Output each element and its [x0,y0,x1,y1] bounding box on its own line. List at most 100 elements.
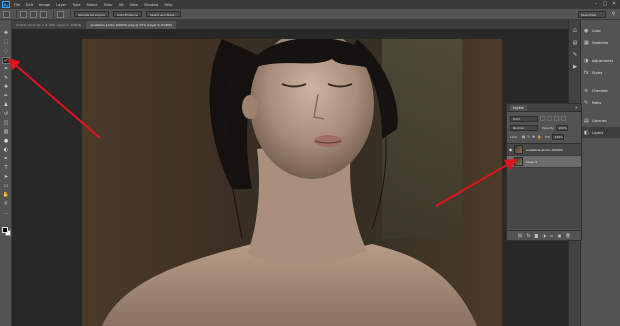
brush-tool-icon[interactable]: ✏ [2,93,10,100]
layer-name: Layer 0 [526,159,538,164]
dock-item-libraries[interactable]: ▤ Libraries [581,115,620,126]
close-icon[interactable]: ✕ [611,1,617,7]
dock-item-layers[interactable]: ◧ Layers [581,127,620,138]
dodge-tool-icon[interactable]: ◐ [2,147,10,154]
layer-style-icon[interactable]: fx [527,233,531,238]
type-tool-icon[interactable]: T [2,165,10,172]
new-layer-icon[interactable]: ▣ [558,233,562,238]
new-adjustment-icon[interactable]: ◑ [542,233,546,238]
adjustment-filter-icon[interactable] [547,116,552,121]
options-bar: Sample All Layers Auto-Enhance Select an… [0,9,620,20]
hand-tool-icon[interactable]: ✋ [2,192,10,199]
visibility-eye-icon[interactable]: ◉ [507,159,514,164]
new-group-icon[interactable]: ▭ [550,233,554,238]
visibility-eye-icon[interactable]: ◉ [507,147,514,152]
history-brush-tool-icon[interactable]: ↺ [2,111,10,118]
brush-size-icon[interactable] [57,10,64,18]
type-filter-icon[interactable] [554,116,559,121]
pixel-filter-icon[interactable] [540,116,545,121]
lock-transparent-icon[interactable]: ▦ [522,135,525,139]
eraser-tool-icon[interactable]: ◫ [2,120,10,127]
paths-icon: ✎ [584,99,589,106]
lock-all-icon[interactable]: 🔒 [537,135,541,139]
dock-item-label: Swatches [592,40,609,45]
select-and-mask-button[interactable]: Select and Mask... [145,11,182,17]
foreground-color-swatch[interactable] [2,227,8,233]
search-icon[interactable]: ⚲ [610,11,617,18]
edit-toolbar-tool-icon[interactable]: … [2,210,10,217]
path-selection-tool-icon[interactable]: ➤ [2,174,10,181]
fill-label: Fill: [545,134,551,139]
clone-stamp-tool-icon[interactable]: ♟ [2,102,10,109]
pen-tool-icon[interactable]: ✒ [2,156,10,163]
crop-tool-icon[interactable]: ⌗ [2,66,10,73]
lock-row: Lock: ▦ ✎ ✥ 🔒 Fill: 100% [510,133,565,140]
maximize-icon[interactable]: □ [602,1,608,7]
kind-filter-select[interactable]: Kind [510,115,538,122]
menu-select[interactable]: Select [87,3,98,7]
dock-item-color[interactable]: ◉ Color [581,25,620,36]
menu-layer[interactable]: Layer [56,3,66,7]
properties-icon[interactable]: ▤ [571,40,579,47]
dock-item-label: Libraries [592,118,607,123]
menu-help[interactable]: Help [164,3,172,7]
layers-panel-header: Layers ✕ [507,104,581,112]
add-to-selection-icon[interactable] [30,10,37,18]
menu-type[interactable]: Type [72,3,80,7]
document-tab-2[interactable]: anastasia-photo-100000.jpeg @ 25% (Layer… [86,21,176,29]
menu-edit[interactable]: Edit [26,3,33,7]
layer-row[interactable]: ◉ anastasia-photo-100000 [507,144,581,156]
blend-mode-select[interactable]: Normal [510,124,538,131]
zoom-tool-icon[interactable]: ⚲ [2,201,10,208]
healing-brush-tool-icon[interactable]: ✚ [2,84,10,91]
canvas-area[interactable] [12,29,568,326]
document-tab-1[interactable]: shutter stock pic 3 @ 25% (Layer 0, RGB/… [12,21,86,29]
dock-item-adjustments[interactable]: ◑ Adjustments [581,55,620,66]
dock-item-channels[interactable]: ≋ Channels [581,85,620,96]
dock-item-label: Layers [592,130,604,135]
new-selection-icon[interactable] [20,10,27,18]
dock-item-swatches[interactable]: ▦ Swatches [581,37,620,48]
dock-item-paths[interactable]: ✎ Paths [581,97,620,108]
menu-window[interactable]: Window [144,3,158,7]
link-layers-icon[interactable]: ⛓ [518,233,523,238]
close-icon[interactable]: ✕ [575,105,578,110]
auto-enhance-checkbox[interactable]: Auto-Enhance [112,11,142,17]
blur-tool-icon[interactable]: ● [2,138,10,145]
gradient-tool-icon[interactable]: ▥ [2,129,10,136]
lasso-tool-icon[interactable]: ◌ [2,48,10,55]
minimize-icon[interactable]: – [593,1,599,7]
marquee-tool-icon[interactable]: ⬚ [2,39,10,46]
delete-layer-icon[interactable]: 🗑 [565,233,570,238]
quick-selection-preset-icon[interactable] [3,10,10,18]
shape-tool-icon[interactable]: ▭ [2,183,10,190]
lock-image-icon[interactable]: ✎ [527,135,530,139]
actions-icon[interactable]: ▶ [571,64,579,71]
menu-image[interactable]: Image [39,3,50,7]
layers-panel-footer: ⛓ fx ◙ ◑ ▭ ▣ 🗑 [507,230,581,240]
shape-filter-icon[interactable] [561,116,566,121]
quick-selection-tool-icon[interactable]: ✓ [2,57,10,64]
dock-item-styles[interactable]: fx Styles [581,67,620,78]
menu-3d[interactable]: 3D [119,3,124,7]
layer-row-selected[interactable]: ◉ Layer 0 [507,156,581,168]
dock-item-label: Channels [592,88,608,93]
menu-view[interactable]: View [130,3,139,7]
move-tool-icon[interactable]: ✥ [2,30,10,37]
divider [70,10,71,18]
menu-filter[interactable]: Filter [104,3,113,7]
brush-settings-icon[interactable]: ✎ [571,52,579,59]
layer-list: ◉ anastasia-photo-100000 ◉ Layer 0 [507,143,581,229]
menu-file[interactable]: File [14,3,20,7]
history-icon[interactable]: ⎌ [571,28,579,35]
opacity-input[interactable]: 100% [556,124,569,131]
eyedropper-tool-icon[interactable]: ✎ [2,75,10,82]
layers-tab[interactable]: Layers [510,104,527,111]
fill-input[interactable]: 100% [552,133,565,140]
photo-canvas[interactable] [82,39,502,326]
subtract-from-selection-icon[interactable] [40,10,47,18]
add-mask-icon[interactable]: ◙ [534,233,538,238]
sample-all-layers-checkbox[interactable]: Sample All Layers [74,11,109,17]
lock-position-icon[interactable]: ✥ [532,135,535,139]
workspace-select[interactable]: Essentials [578,11,606,18]
